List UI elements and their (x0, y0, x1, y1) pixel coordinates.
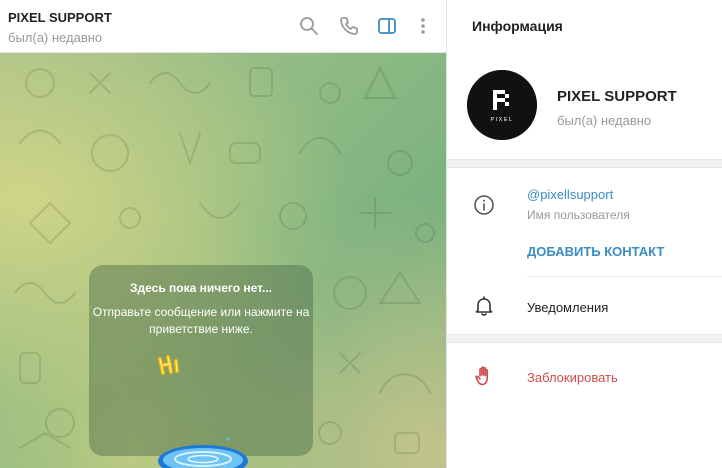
notifications-toggle[interactable]: Уведомления (527, 300, 608, 315)
search-icon[interactable] (298, 15, 320, 37)
hi-sticker (155, 351, 185, 377)
empty-chat-title: Здесь пока ничего нет... (130, 281, 272, 295)
block-user-button[interactable]: Заблокировать (527, 370, 618, 385)
stop-hand-icon (472, 364, 496, 388)
sidebar-toggle-icon[interactable] (376, 15, 398, 37)
empty-chat-text: Отправьте сообщение или нажмите на приве… (92, 305, 310, 336)
avatar-logo-text: PIXEL (490, 117, 513, 123)
profile-name: PIXEL SUPPORT (557, 88, 677, 105)
bell-icon (472, 294, 496, 318)
chat-pane: PIXEL SUPPORT был(а) недавно Здесь пока … (0, 0, 446, 468)
empty-chat-card: Здесь пока ничего нет... Отправьте сообщ… (89, 265, 313, 468)
greeting-sticker[interactable] (155, 437, 251, 468)
avatar[interactable]: PIXEL (467, 70, 537, 140)
username-caption: Имя пользователя (527, 208, 630, 222)
profile-status: был(а) недавно (557, 113, 652, 128)
username-link[interactable]: @pixellsupport (527, 187, 613, 202)
more-vertical-icon[interactable] (412, 15, 434, 37)
row-divider (527, 276, 722, 277)
chat-background: Здесь пока ничего нет... Отправьте сообщ… (0, 53, 446, 468)
info-icon (472, 193, 496, 217)
section-divider (447, 334, 722, 343)
info-panel: Информация PIXEL PIXEL SUPPORT был(а) не… (446, 0, 722, 468)
chat-title[interactable]: PIXEL SUPPORT (8, 10, 112, 25)
add-contact-button[interactable]: ДОБАВИТЬ КОНТАКТ (527, 244, 664, 259)
section-divider (447, 159, 722, 168)
phone-icon[interactable] (338, 15, 360, 37)
info-header-title: Информация (472, 18, 563, 34)
chat-status: был(а) недавно (8, 30, 103, 45)
chat-header: PIXEL SUPPORT был(а) недавно (0, 0, 446, 53)
